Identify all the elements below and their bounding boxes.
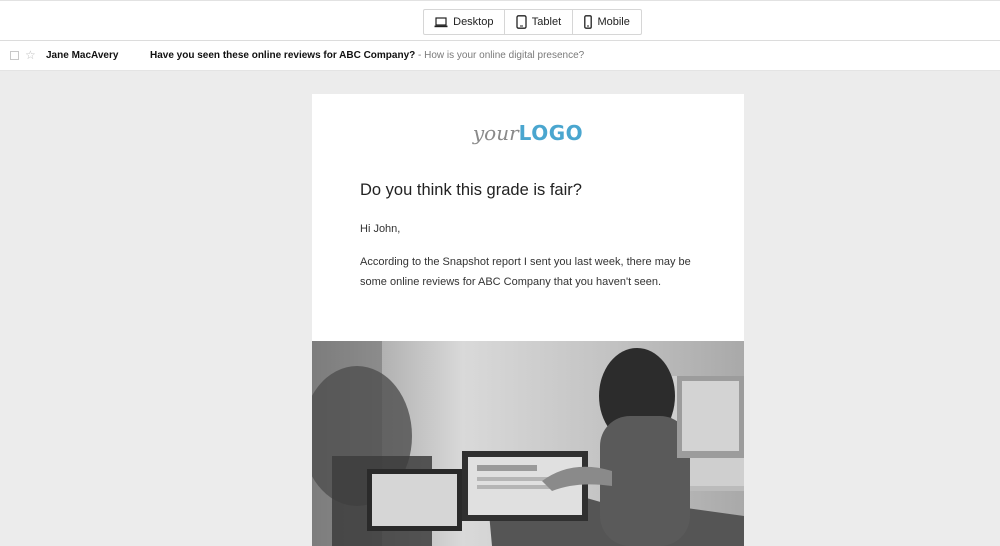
laptop-icon <box>434 16 448 28</box>
device-toggle: Desktop Tablet Mobile <box>423 9 642 35</box>
hero-photo <box>312 341 744 546</box>
star-icon[interactable]: ☆ <box>25 48 36 62</box>
desktop-button[interactable]: Desktop <box>424 10 504 34</box>
subject-line: Have you seen these online reviews for A… <box>150 50 584 61</box>
email-subject: Have you seen these online reviews for A… <box>150 50 416 61</box>
logo-prefix: your <box>472 121 519 145</box>
email-headline: Do you think this grade is fair? <box>360 181 582 199</box>
tablet-icon <box>516 15 527 29</box>
sender-name: Jane MacAvery <box>46 50 119 61</box>
tablet-label: Tablet <box>531 16 562 28</box>
desktop-label: Desktop <box>453 16 494 28</box>
phone-icon <box>584 15 593 29</box>
email-body-text: According to the Snapshot report I sent … <box>360 256 691 288</box>
preview-toolbar: Desktop Tablet Mobile <box>0 0 1000 41</box>
inbox-message-row[interactable]: ☆ Jane MacAvery Have you seen these onli… <box>0 41 1000 71</box>
email-greeting: Hi John, <box>360 223 401 235</box>
select-checkbox[interactable] <box>10 51 19 60</box>
email-body-card: yourLOGO Do you think this grade is fair… <box>312 94 744 341</box>
mobile-label: Mobile <box>597 16 630 28</box>
company-logo: yourLOGO <box>312 121 744 145</box>
logo-main: LOGO <box>518 121 584 145</box>
tablet-button[interactable]: Tablet <box>503 10 573 34</box>
email-preview: - How is your online digital presence? <box>415 50 585 61</box>
mobile-button[interactable]: Mobile <box>572 10 641 34</box>
